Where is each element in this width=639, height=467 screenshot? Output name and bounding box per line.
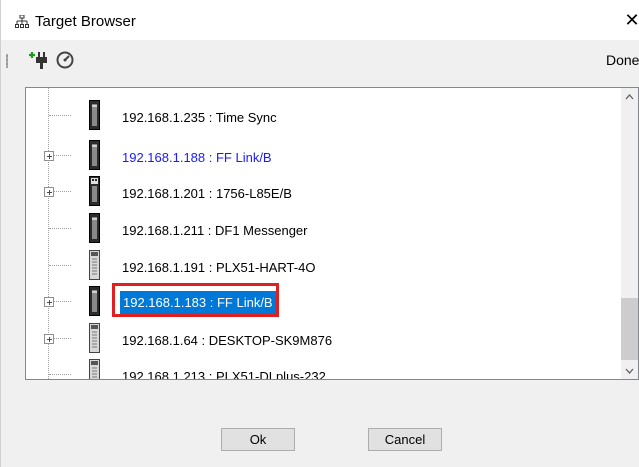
module-icon [89,286,100,316]
target-browser-window: Target Browser ✕ Done 192.168.1.235: Ti… [0,0,639,467]
gateway-module-icon [89,250,100,280]
device-tree-list[interactable]: 192.168.1.235 : Time Sync 192.168.1.188 … [25,87,639,380]
toolbar: Done [1,40,639,80]
scroll-up-button[interactable] [621,88,638,105]
device-label: 192.168.1.191 : PLX51-HART-4O [122,260,316,275]
highlight-annotation-box [112,283,279,317]
expand-icon[interactable] [44,334,54,344]
tree-branch [49,265,71,266]
cancel-button[interactable]: Cancel [368,428,442,451]
device-label: 192.168.1.211 : DF1 Messenger [122,223,308,238]
done-button[interactable]: Done [606,52,639,68]
device-label: 192.168.1.235 : Time Sync [122,110,277,125]
network-tree-icon [15,15,29,28]
add-device-button[interactable] [27,48,51,72]
list-item[interactable]: 192.168.1.64 : DESKTOP-SK9M876 [26,321,638,355]
device-label: 192.168.1.188 : FF Link/B [122,150,272,165]
window-title: Target Browser [35,13,136,30]
close-icon: ✕ [624,10,639,30]
title-bar: Target Browser ✕ [1,0,639,40]
refresh-button[interactable] [53,48,77,72]
toolbar-grip[interactable] [6,54,8,68]
device-label: 192.168.1.201 : 1756-L85E/B [122,186,292,201]
tree-branch [49,374,71,375]
refresh-gauge-icon [56,51,74,69]
scrollbar-thumb[interactable] [621,298,638,360]
controller-module-icon [89,176,100,206]
tree-branch [49,115,71,116]
module-icon [89,213,100,243]
expand-icon[interactable] [44,297,54,307]
module-icon [89,100,100,130]
device-label: 192.168.1.213 : PLX51-DLplus-232 [122,369,326,380]
close-button[interactable]: ✕ [621,9,639,31]
scroll-down-button[interactable] [621,362,638,379]
chevron-up-icon [625,93,634,99]
tree-branch [49,228,71,229]
gateway-module-icon [89,323,100,353]
list-item[interactable]: 192.168.1.211 : DF1 Messenger [26,211,638,245]
chevron-down-icon [625,368,634,374]
list-item[interactable]: 192.168.1.213 : PLX51-DLplus-232 [26,357,638,380]
device-label: 192.168.1.64 : DESKTOP-SK9M876 [122,333,333,348]
vertical-scrollbar[interactable] [621,88,638,379]
list-item[interactable]: 192.168.1.188 : FF Link/B [26,138,638,172]
add-device-icon [29,52,47,69]
list-item[interactable]: 192.168.1.191 : PLX51-HART-4O [26,248,638,282]
ok-button[interactable]: Ok [221,428,295,451]
list-item[interactable]: 192.168.1.235 : Time Sync [26,98,638,132]
gateway-module-icon [89,359,100,379]
expand-icon[interactable] [44,151,54,161]
list-item[interactable]: 192.168.1.201 : 1756-L85E/B [26,174,638,208]
expand-icon[interactable] [44,187,54,197]
module-icon [89,140,100,170]
